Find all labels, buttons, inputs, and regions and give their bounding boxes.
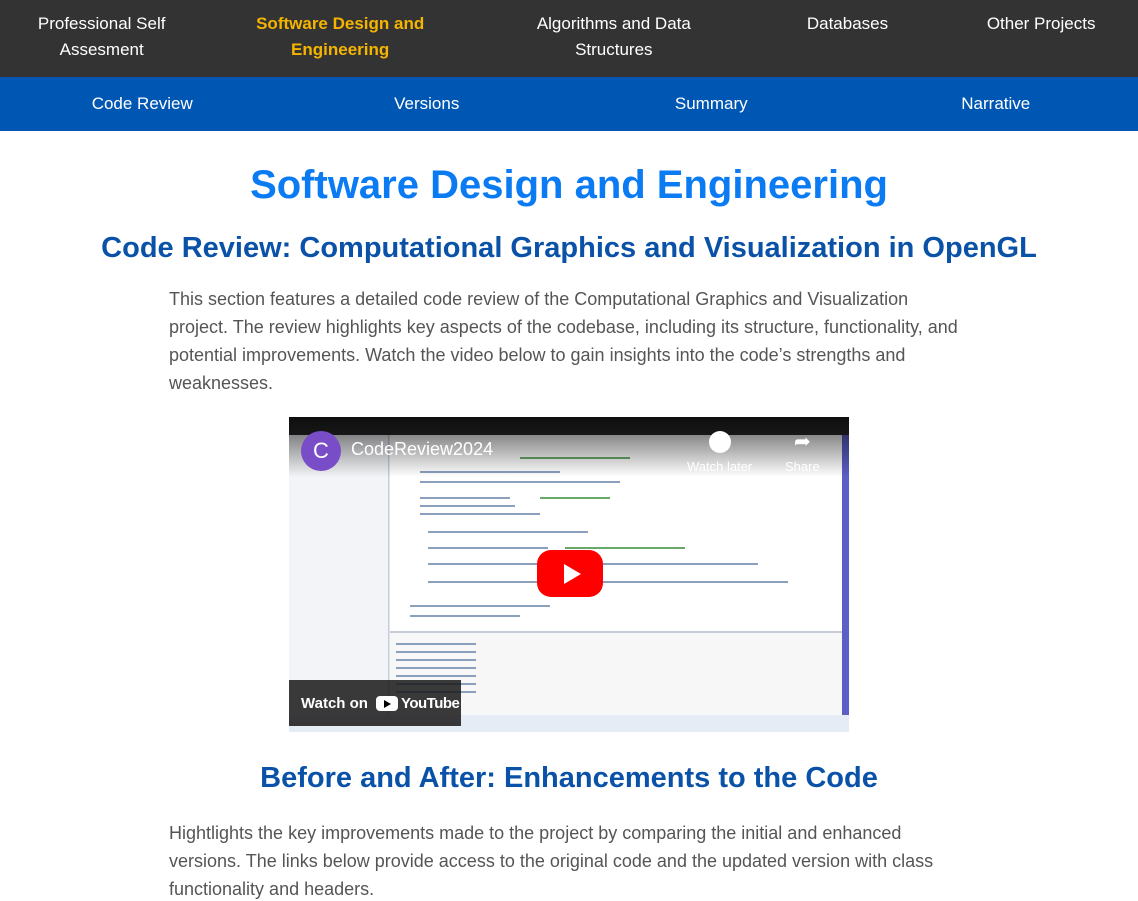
code-review-heading: Code Review: Computational Graphics and … <box>101 232 1037 264</box>
video-ide-solution-explorer <box>289 435 389 715</box>
before-after-paragraph: Hightlights the key improvements made to… <box>169 823 934 899</box>
top-nav: Professional Self Assesment Software Des… <box>0 0 1138 77</box>
youtube-logo: YouTube <box>375 694 460 712</box>
share-label: Share <box>785 459 820 474</box>
before-after-heading: Before and After: Enhancements to the Co… <box>260 762 878 794</box>
nav-algorithms[interactable]: Algorithms and Data Structures <box>477 0 751 77</box>
watch-on-label: Watch on <box>301 694 368 712</box>
youtube-wordmark: YouTube <box>400 694 460 712</box>
channel-avatar[interactable]: C <box>301 431 341 471</box>
watch-later-button[interactable]: Watch later <box>687 431 752 474</box>
share-button[interactable]: ➦ Share <box>785 431 820 474</box>
youtube-play-icon <box>375 695 398 711</box>
subnav-code-review[interactable]: Code Review <box>0 94 285 114</box>
subnav-versions[interactable]: Versions <box>285 94 570 114</box>
play-button[interactable] <box>537 550 603 597</box>
nav-software-design[interactable]: Software Design and Engineering <box>203 0 477 77</box>
nav-other-projects[interactable]: Other Projects <box>944 0 1138 77</box>
nav-professional-self-assessment[interactable]: Professional Self Assesment <box>0 0 203 77</box>
clock-icon <box>708 431 731 453</box>
page-title: Software Design and Engineering <box>250 163 888 207</box>
video-title[interactable]: CodeReview2024 <box>351 439 493 460</box>
watch-on-youtube-button[interactable]: Watch on YouTube <box>289 680 461 726</box>
youtube-video-embed[interactable]: C CodeReview2024 Watch later ➦ Share Wat… <box>289 417 849 732</box>
nav-databases[interactable]: Databases <box>751 0 945 77</box>
watch-later-label: Watch later <box>687 459 753 474</box>
sub-nav: Code Review Versions Summary Narrative <box>0 77 1138 131</box>
video-ide-scrollbar <box>842 435 849 715</box>
code-review-paragraph: This section features a detailed code re… <box>169 289 958 393</box>
subnav-narrative[interactable]: Narrative <box>854 94 1138 114</box>
share-icon: ➦ <box>793 431 811 453</box>
subnav-summary[interactable]: Summary <box>569 94 854 114</box>
